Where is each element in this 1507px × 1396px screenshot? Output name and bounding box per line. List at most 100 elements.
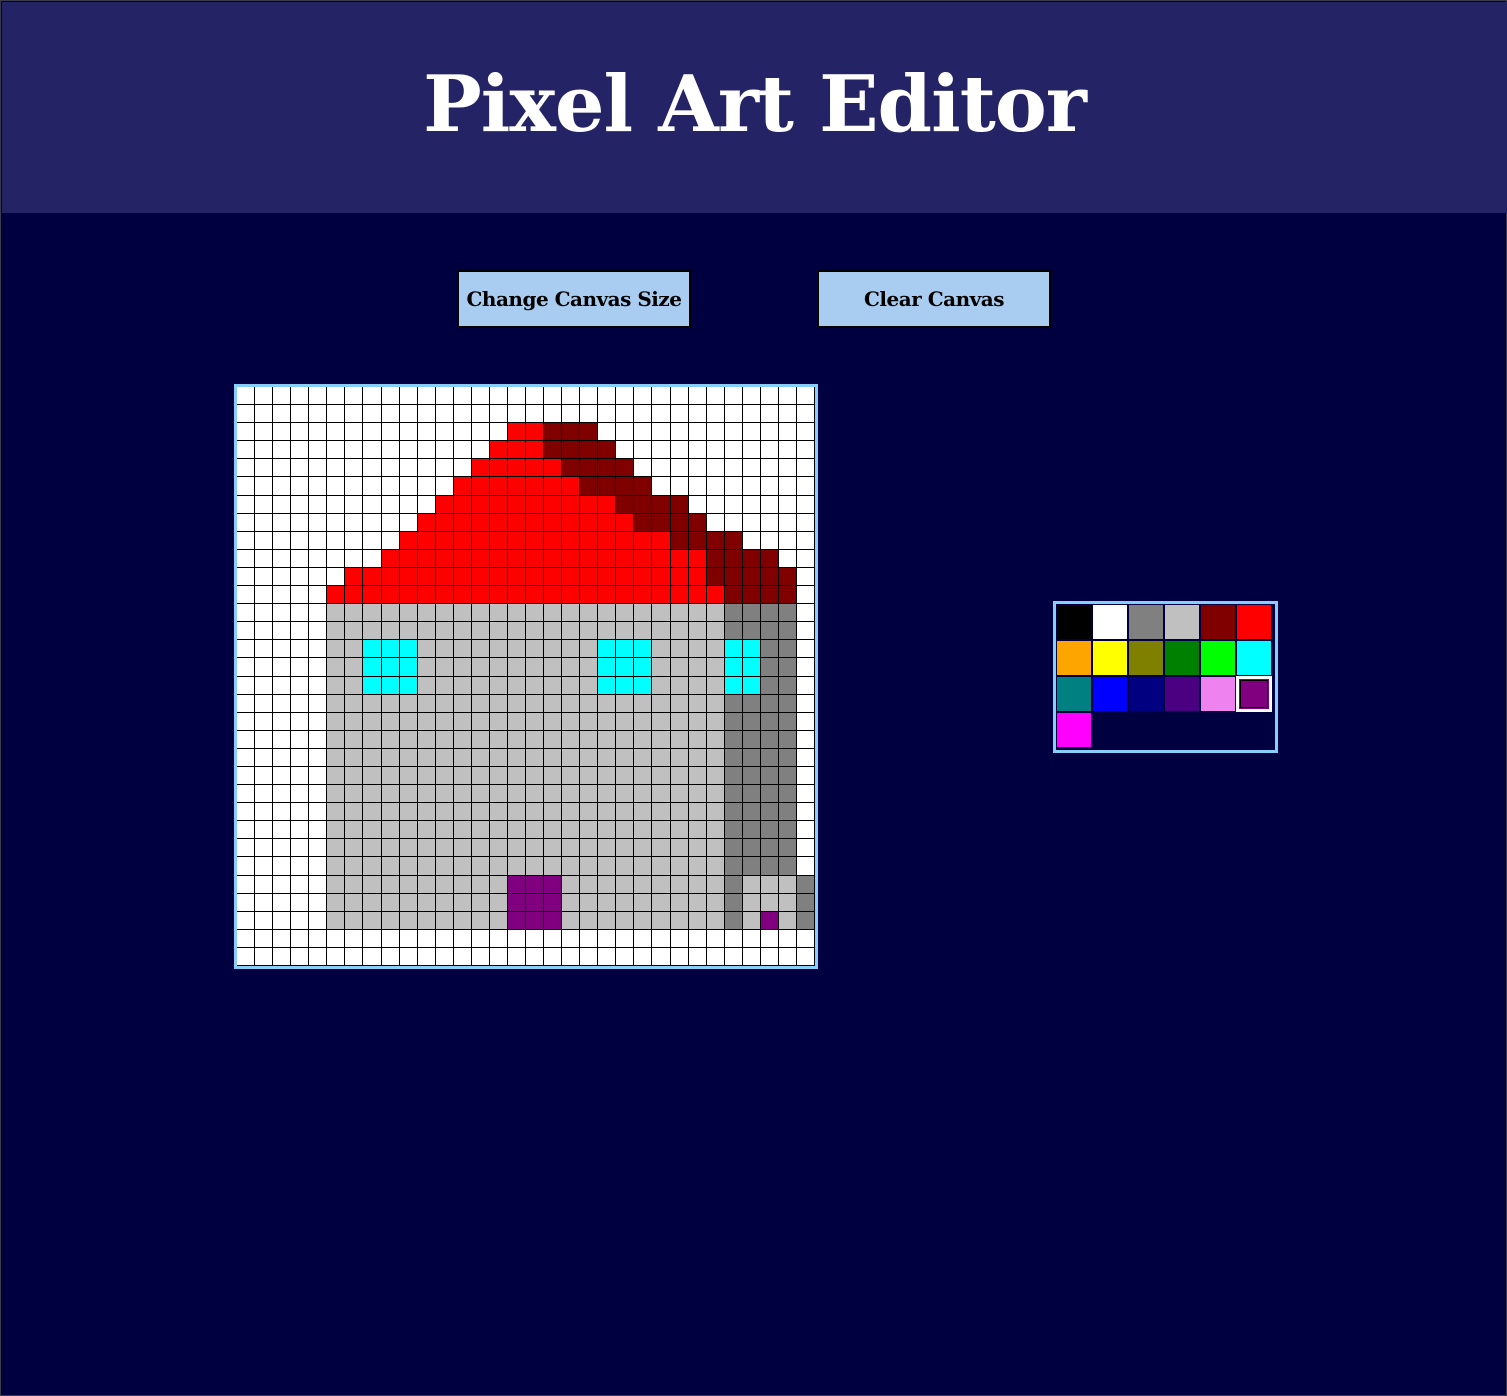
pixel-cell[interactable]: [652, 567, 671, 587]
pixel-cell[interactable]: [399, 803, 418, 822]
pixel-cell[interactable]: [778, 839, 797, 858]
pixel-cell[interactable]: [742, 423, 761, 442]
pixel-cell[interactable]: [580, 387, 599, 406]
pixel-cell[interactable]: [489, 658, 508, 677]
pixel-cell[interactable]: [580, 893, 599, 912]
pixel-cell[interactable]: [507, 477, 526, 496]
pixel-cell[interactable]: [670, 839, 689, 858]
pixel-cell[interactable]: [526, 785, 545, 804]
pixel-cell[interactable]: [526, 803, 545, 822]
pixel-cell[interactable]: [634, 730, 653, 749]
pixel-cell[interactable]: [598, 694, 617, 713]
pixel-cell[interactable]: [742, 730, 761, 749]
pixel-cell[interactable]: [345, 730, 364, 749]
pixel-cell[interactable]: [399, 893, 418, 912]
pixel-cell[interactable]: [796, 712, 815, 731]
pixel-cell[interactable]: [471, 857, 490, 876]
pixel-cell[interactable]: [598, 730, 617, 749]
pixel-cell[interactable]: [381, 676, 400, 695]
pixel-cell[interactable]: [237, 821, 256, 840]
pixel-cell[interactable]: [742, 622, 761, 641]
pixel-cell[interactable]: [742, 549, 761, 568]
pixel-cell[interactable]: [652, 604, 671, 623]
pixel-cell[interactable]: [381, 586, 400, 605]
pixel-cell[interactable]: [616, 586, 635, 605]
pixel-cell[interactable]: [255, 531, 274, 550]
pixel-cell[interactable]: [742, 513, 761, 532]
pixel-cell[interactable]: [598, 893, 617, 912]
pixel-cell[interactable]: [327, 857, 346, 876]
pixel-cell[interactable]: [526, 712, 545, 731]
pixel-cell[interactable]: [237, 658, 256, 677]
pixel-cell[interactable]: [598, 441, 617, 460]
pixel-cell[interactable]: [291, 513, 310, 532]
pixel-cell[interactable]: [706, 803, 725, 822]
pixel-cell[interactable]: [381, 423, 400, 442]
pixel-cell[interactable]: [670, 423, 689, 442]
pixel-cell[interactable]: [616, 766, 635, 786]
pixel-cell[interactable]: [363, 803, 382, 822]
pixel-cell[interactable]: [598, 766, 617, 786]
pixel-cell[interactable]: [255, 549, 274, 568]
pixel-cell[interactable]: [580, 875, 599, 894]
pixel-cell[interactable]: [399, 766, 418, 786]
pixel-cell[interactable]: [652, 947, 671, 966]
pixel-cell[interactable]: [453, 441, 472, 460]
pixel-cell[interactable]: [273, 658, 292, 677]
pixel-cell[interactable]: [327, 640, 346, 659]
pixel-cell[interactable]: [616, 676, 635, 695]
pixel-cell[interactable]: [706, 495, 725, 514]
pixel-cell[interactable]: [471, 676, 490, 695]
pixel-cell[interactable]: [796, 730, 815, 749]
pixel-cell[interactable]: [544, 549, 563, 568]
pixel-cell[interactable]: [507, 531, 526, 550]
pixel-cell[interactable]: [399, 459, 418, 478]
palette-swatch[interactable]: [1128, 604, 1164, 640]
pixel-cell[interactable]: [562, 477, 581, 496]
pixel-cell[interactable]: [706, 459, 725, 478]
pixel-cell[interactable]: [363, 640, 382, 659]
pixel-cell[interactable]: [688, 405, 707, 424]
pixel-cell[interactable]: [381, 405, 400, 424]
pixel-cell[interactable]: [471, 803, 490, 822]
pixel-cell[interactable]: [435, 441, 454, 460]
pixel-cell[interactable]: [544, 477, 563, 496]
pixel-cell[interactable]: [598, 785, 617, 804]
pixel-cell[interactable]: [652, 405, 671, 424]
pixel-cell[interactable]: [598, 875, 617, 894]
pixel-cell[interactable]: [489, 513, 508, 532]
pixel-cell[interactable]: [291, 567, 310, 587]
pixel-cell[interactable]: [796, 748, 815, 767]
pixel-cell[interactable]: [760, 839, 779, 858]
pixel-cell[interactable]: [381, 604, 400, 623]
pixel-cell[interactable]: [760, 694, 779, 713]
pixel-cell[interactable]: [778, 387, 797, 406]
pixel-cell[interactable]: [327, 604, 346, 623]
pixel-cell[interactable]: [309, 875, 328, 894]
pixel-cell[interactable]: [273, 567, 292, 587]
pixel-cell[interactable]: [598, 604, 617, 623]
pixel-cell[interactable]: [562, 622, 581, 641]
pixel-cell[interactable]: [471, 586, 490, 605]
pixel-cell[interactable]: [796, 477, 815, 496]
pixel-cell[interactable]: [507, 947, 526, 966]
pixel-cell[interactable]: [399, 785, 418, 804]
pixel-cell[interactable]: [544, 839, 563, 858]
pixel-cell[interactable]: [453, 495, 472, 514]
pixel-cell[interactable]: [489, 712, 508, 731]
pixel-cell[interactable]: [435, 875, 454, 894]
pixel-cell[interactable]: [489, 766, 508, 786]
pixel-cell[interactable]: [706, 387, 725, 406]
pixel-cell[interactable]: [399, 947, 418, 966]
palette-swatch[interactable]: [1092, 640, 1128, 676]
pixel-cell[interactable]: [345, 875, 364, 894]
pixel-cell[interactable]: [453, 658, 472, 677]
pixel-cell[interactable]: [544, 676, 563, 695]
pixel-cell[interactable]: [634, 513, 653, 532]
pixel-cell[interactable]: [237, 640, 256, 659]
pixel-cell[interactable]: [670, 658, 689, 677]
pixel-cell[interactable]: [706, 477, 725, 496]
pixel-cell[interactable]: [670, 766, 689, 786]
pixel-cell[interactable]: [742, 459, 761, 478]
pixel-cell[interactable]: [526, 495, 545, 514]
